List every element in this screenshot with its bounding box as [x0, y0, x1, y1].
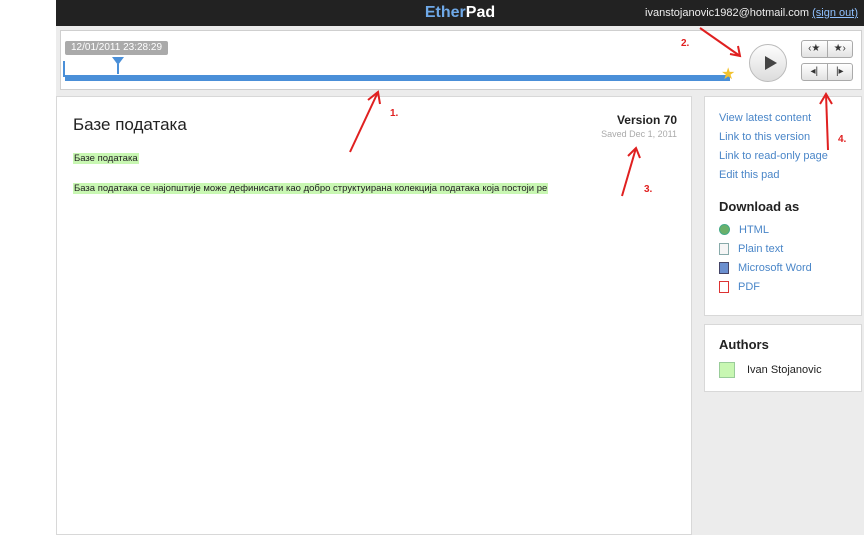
- star-navigation-buttons: ‹★ ★›: [801, 40, 853, 58]
- top-bar: EtherPad ivanstojanovic1982@hotmail.com …: [56, 0, 864, 26]
- previous-star-button[interactable]: ‹★: [802, 41, 827, 57]
- step-navigation-buttons: ◂| |▸: [801, 63, 853, 81]
- text-file-icon: [719, 242, 729, 255]
- document-line: Базе података: [73, 153, 139, 164]
- brand-part1: Ether: [424, 4, 466, 21]
- download-html[interactable]: HTML: [719, 220, 861, 239]
- play-button[interactable]: [749, 44, 787, 82]
- links-panel: View latest content Link to this version…: [704, 96, 862, 316]
- download-label: Plain text: [738, 242, 784, 255]
- authors-heading: Authors: [719, 337, 769, 352]
- annotation-label-4: 4.: [838, 134, 847, 145]
- author-color-swatch: [719, 362, 735, 378]
- star-icon: ★: [721, 66, 736, 83]
- download-label: Microsoft Word: [738, 261, 812, 274]
- user-email: ivanstojanovic1982@hotmail.com: [645, 7, 810, 19]
- download-pdf[interactable]: PDF: [719, 277, 861, 296]
- timestamp-label: 12/01/2011 23:28:29: [65, 41, 169, 55]
- sign-out-link[interactable]: (sign out): [812, 7, 858, 19]
- pdf-icon: [719, 280, 729, 293]
- read-only-link[interactable]: Link to read-only page: [719, 147, 861, 166]
- document-title: Базе података: [73, 115, 187, 134]
- brand-part2: Pad: [465, 4, 496, 21]
- saved-date: Saved Dec 1, 2011: [601, 129, 677, 139]
- download-label: PDF: [738, 280, 760, 293]
- download-word[interactable]: Microsoft Word: [719, 258, 861, 277]
- edit-pad-link[interactable]: Edit this pad: [719, 166, 861, 185]
- next-star-button[interactable]: ★›: [826, 41, 853, 57]
- download-plain-text[interactable]: Plain text: [719, 239, 861, 258]
- authors-panel: Authors Ivan Stojanovic: [704, 324, 862, 392]
- step-forward-button[interactable]: |▸: [826, 64, 853, 80]
- left-margin: [0, 0, 56, 535]
- slider-handle-stem: [117, 64, 120, 74]
- download-label: HTML: [739, 223, 769, 236]
- account-info: ivanstojanovic1982@hotmail.com (sign out…: [645, 7, 858, 19]
- download-heading: Download as: [719, 199, 800, 214]
- html-icon: [719, 224, 730, 235]
- annotation-label-1: 1.: [390, 108, 399, 119]
- view-latest-content-link[interactable]: View latest content: [719, 109, 861, 128]
- timeslider-panel: 12/01/2011 23:28:29 ★ ‹★ ★› ◂| |▸: [60, 30, 862, 90]
- etherpad-app: EtherPad ivanstojanovic1982@hotmail.com …: [56, 0, 864, 535]
- author-item: Ivan Stojanovic: [719, 362, 861, 378]
- document-panel: Базе података Version 70 Saved Dec 1, 20…: [56, 96, 692, 535]
- annotation-label-2: 2.: [681, 38, 690, 49]
- version-label: Version 70: [616, 113, 677, 127]
- annotation-label-3: 3.: [644, 184, 653, 195]
- step-back-button[interactable]: ◂|: [802, 64, 827, 80]
- slider-track[interactable]: [65, 75, 730, 81]
- word-icon: [719, 261, 729, 274]
- author-name: Ivan Stojanovic: [747, 364, 822, 376]
- document-line: База података се најопштије може дефинис…: [73, 183, 549, 194]
